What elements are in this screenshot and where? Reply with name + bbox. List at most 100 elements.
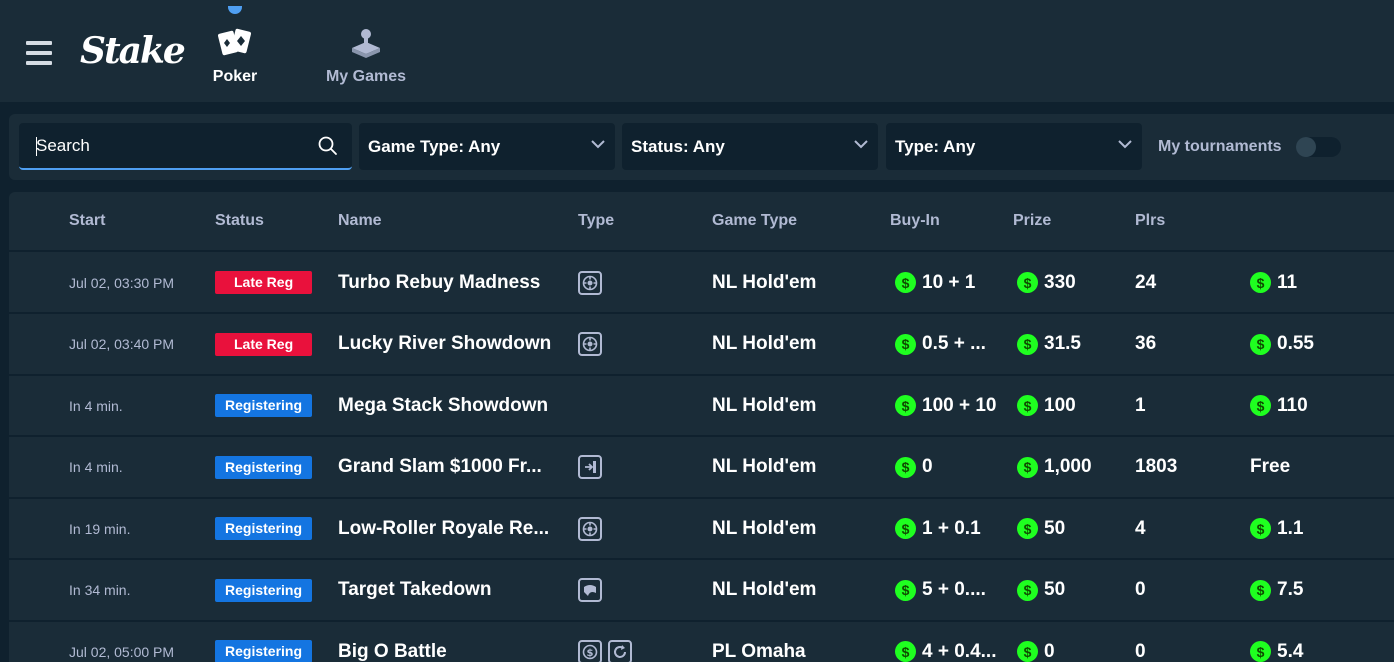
buy-in: $10 + 1 [895,253,1005,312]
stake-logo[interactable]: Stake [80,30,184,74]
buy-in-value: 5 + 0.... [922,579,986,601]
search-input[interactable] [19,123,309,168]
buy-in: $0 [895,438,1005,497]
buy-in-value: 10 + 1 [922,272,975,294]
bounty-icon [578,578,602,602]
header-game-type[interactable]: Game Type [712,212,797,230]
tournament-name[interactable]: Target Takedown [338,561,568,620]
type-label: Type: Any [895,137,975,157]
header-prize[interactable]: Prize [1013,212,1051,230]
tournament-name[interactable]: Big O Battle [338,622,568,662]
table-row[interactable]: In 4 min.RegisteringGrand Slam $1000 Fr.… [9,438,1394,499]
tournament-name[interactable]: Lucky River Showdown [338,315,568,374]
header-name[interactable]: Name [338,212,382,230]
text-cursor [36,137,37,156]
prize-value: 1,000 [1044,456,1092,478]
chip-icon [578,271,602,295]
status-cell: Late Reg [215,253,312,312]
dollar-coin-icon: $ [1250,395,1271,416]
buy-in: $4 + 0.4... [895,622,1005,662]
dollar-coin-icon: $ [1250,334,1271,355]
tournament-name[interactable]: Grand Slam $1000 Fr... [338,438,568,497]
status-dropdown[interactable]: Status: Any [622,123,878,170]
prize: $31.5 [1017,315,1081,374]
header-status[interactable]: Status [215,212,264,230]
total-cost-value: 11 [1277,272,1297,294]
toggle-knob [1296,137,1316,157]
header-plrs[interactable]: Plrs [1135,212,1165,230]
table-row[interactable]: Jul 02, 03:40 PMLate RegLucky River Show… [9,315,1394,376]
prize-value: 100 [1044,395,1076,417]
header-start[interactable]: Start [69,212,105,230]
type-icons [578,438,602,497]
game-type: NL Hold'em [712,438,816,497]
table-row[interactable]: In 4 min.RegisteringMega Stack ShowdownN… [9,376,1394,437]
header-buy-in[interactable]: Buy-In [890,212,940,230]
game-type-dropdown[interactable]: Game Type: Any [359,123,615,170]
total-cost: $11 [1250,253,1297,312]
status-cell: Registering [215,561,312,620]
type-icons [578,499,602,558]
tournament-name[interactable]: Turbo Rebuy Madness [338,253,568,312]
dollar-coin-icon: $ [1017,395,1038,416]
buy-in: $100 + 10 [895,376,1005,435]
players-count: 24 [1135,253,1156,312]
dollar-coin-icon: $ [895,272,916,293]
chevron-down-icon [591,139,605,149]
game-type: NL Hold'em [712,376,816,435]
type-dropdown[interactable]: Type: Any [886,123,1142,170]
hamburger-menu-icon[interactable] [26,41,52,67]
dollar-coin-icon: $ [1017,457,1038,478]
dollar-coin-icon: $ [1017,334,1038,355]
type-icons [578,561,602,620]
tournament-name[interactable]: Low-Roller Royale Re... [338,499,568,558]
dollar-coin-icon: $ [895,457,916,478]
dollar-coin-icon: $ [1017,580,1038,601]
players-count: 36 [1135,315,1156,374]
table-header: Start Status Name Type Game Type Buy-In … [9,192,1394,252]
status-label: Status: Any [631,137,725,157]
total-cost: $7.5 [1250,561,1303,620]
my-tournaments-label: My tournaments [1158,138,1282,156]
players-count: 0 [1135,561,1146,620]
buy-in-value: 0 [922,456,933,478]
start-time: Jul 02, 05:00 PM [69,622,174,662]
table-row[interactable]: Jul 02, 05:00 PMRegisteringBig O Battle$… [9,622,1394,662]
players-count: 1803 [1135,438,1177,497]
prize-value: 330 [1044,272,1076,294]
buy-in: $0.5 + ... [895,315,1005,374]
my-tournaments-toggle[interactable] [1296,137,1341,157]
table-row[interactable]: Jul 02, 03:30 PMLate RegTurbo Rebuy Madn… [9,253,1394,314]
start-time: In 34 min. [69,561,130,620]
nav-my-games[interactable]: My Games [311,26,421,86]
tournament-table: Start Status Name Type Game Type Buy-In … [9,192,1394,662]
playing-cards-icon [217,26,253,60]
status-badge: Registering [215,394,312,417]
table-row[interactable]: In 34 min.RegisteringTarget TakedownNL H… [9,561,1394,622]
search-icon[interactable] [318,136,338,156]
type-icons: $ [578,622,632,662]
status-badge: Registering [215,456,312,479]
dollar-coin-icon: $ [895,334,916,355]
status-badge: Registering [215,579,312,602]
prize: $100 [1017,376,1076,435]
prize: $0 [1017,622,1055,662]
buy-in-value: 100 + 10 [922,395,997,417]
game-type: PL Omaha [712,622,806,662]
header-type[interactable]: Type [578,212,614,230]
search-box[interactable] [19,123,352,170]
status-badge: Late Reg [215,333,312,356]
buy-in: $5 + 0.... [895,561,1005,620]
table-row[interactable]: In 19 min.RegisteringLow-Roller Royale R… [9,499,1394,560]
nav-my-games-label: My Games [311,68,421,86]
nav-poker[interactable]: Poker [180,26,290,86]
total-cost-value: 110 [1277,395,1308,417]
tournament-name[interactable]: Mega Stack Showdown [338,376,568,435]
status-cell: Registering [215,438,312,497]
ticket-icon [578,455,602,479]
buy-in: $1 + 0.1 [895,499,1005,558]
players-count: 0 [1135,622,1146,662]
total-cost: Free [1250,438,1290,497]
status-cell: Registering [215,376,312,435]
status-badge: Late Reg [215,271,312,294]
